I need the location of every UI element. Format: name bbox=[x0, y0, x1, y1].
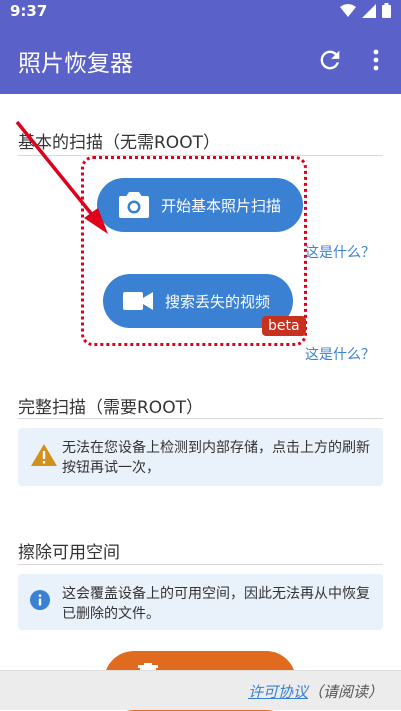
video-help-link[interactable]: 这是什么？ bbox=[305, 344, 375, 364]
wipe-info-text: 这会覆盖设备上的可用空间，因此无法再从中恢复已删除的文件。 bbox=[62, 586, 370, 622]
start-photo-scan-label: 开始基本照片扫描 bbox=[161, 196, 282, 215]
wipe-divider bbox=[18, 564, 383, 565]
storage-warning-text: 无法在您设备上检测到内部存储，点击上方的刷新按钮再试一次， bbox=[62, 440, 370, 476]
signal-icon bbox=[362, 3, 376, 18]
app-title: 照片恢复器 bbox=[18, 51, 133, 77]
status-time: 9:37 bbox=[10, 2, 48, 20]
refresh-icon[interactable] bbox=[316, 46, 344, 74]
basic-scan-title: 基本的扫描（无需ROOT） bbox=[18, 133, 220, 153]
status-icons bbox=[340, 3, 391, 18]
battery-icon bbox=[382, 3, 391, 18]
warning-icon bbox=[31, 444, 57, 466]
status-bar: 9:37 bbox=[0, 0, 401, 24]
full-scan-divider bbox=[18, 418, 383, 419]
footer-bar: 许可协议（请阅读） bbox=[0, 670, 401, 710]
license-note: （请阅读） bbox=[307, 683, 383, 701]
storage-warning-box: 无法在您设备上检测到内部存储，点击上方的刷新按钮再试一次， bbox=[18, 428, 383, 486]
photo-help-link[interactable]: 这是什么？ bbox=[305, 242, 375, 262]
wipe-title: 擦除可用空间 bbox=[18, 543, 120, 563]
full-scan-title: 完整扫描（需要ROOT） bbox=[18, 398, 203, 418]
beta-badge: beta bbox=[262, 316, 306, 336]
video-camera-icon bbox=[123, 292, 153, 310]
license-link[interactable]: 许可协议 bbox=[248, 683, 308, 701]
camera-icon bbox=[119, 192, 149, 218]
start-photo-scan-button[interactable]: 开始基本照片扫描 bbox=[97, 178, 303, 232]
license-text: 许可协议（请阅读） bbox=[248, 681, 383, 702]
wipe-info-box: 这会覆盖设备上的可用空间，因此无法再从中恢复已删除的文件。 bbox=[18, 574, 383, 630]
info-icon bbox=[30, 590, 50, 610]
more-vert-icon[interactable] bbox=[366, 46, 386, 74]
wifi-icon bbox=[340, 3, 356, 17]
app-bar: 照片恢复器 bbox=[0, 24, 401, 94]
search-video-label: 搜索丢失的视频 bbox=[165, 292, 271, 311]
